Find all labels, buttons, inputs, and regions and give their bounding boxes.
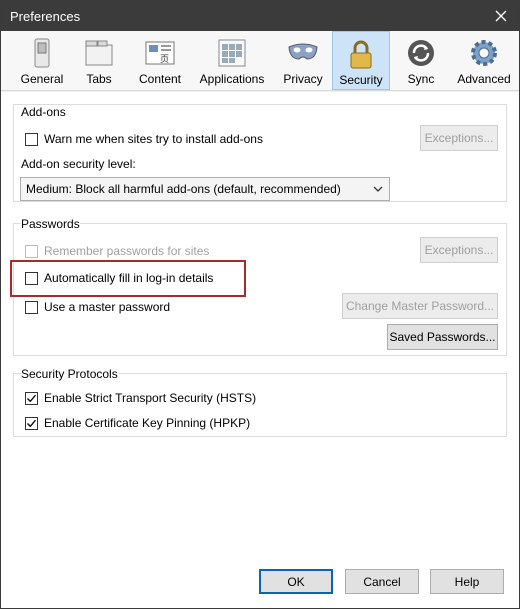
- hsts-checkbox[interactable]: [25, 391, 38, 405]
- tab-applications[interactable]: Applications: [195, 31, 269, 90]
- saved-passwords-button[interactable]: Saved Passwords...: [387, 324, 498, 350]
- remember-passwords-label: Remember passwords for sites: [44, 244, 210, 258]
- general-switch-icon: [26, 37, 58, 69]
- chevron-down-icon: [373, 183, 383, 197]
- privacy-mask-icon: [287, 37, 319, 69]
- preferences-window: Preferences General Tabs 页 Content Appli…: [0, 0, 520, 609]
- tab-tabs-label: Tabs: [86, 72, 112, 86]
- help-button[interactable]: Help: [430, 569, 504, 594]
- master-password-checkbox[interactable]: [25, 300, 38, 314]
- remember-passwords-checkbox[interactable]: [25, 244, 38, 258]
- passwords-group-title: Passwords: [21, 217, 80, 231]
- tab-tabs[interactable]: Tabs: [73, 31, 125, 90]
- tab-content-label: Content: [138, 72, 182, 86]
- addon-security-level-value: Medium: Block all harmful add-ons (defau…: [26, 182, 341, 196]
- hpkp-label: Enable Certificate Key Pinning (HPKP): [44, 416, 251, 430]
- hsts-label: Enable Strict Transport Security (HSTS): [44, 391, 257, 405]
- sync-icon: [405, 37, 437, 69]
- tabs-icon: [83, 37, 115, 69]
- title-bar: Preferences: [1, 1, 519, 31]
- applications-icon: [216, 37, 248, 69]
- passwords-exceptions-button[interactable]: Exceptions...: [420, 237, 498, 263]
- cancel-button[interactable]: Cancel: [345, 569, 419, 594]
- security-protocols-title: Security Protocols: [21, 367, 118, 381]
- security-pane: Add-ons Warn me when sites try to instal…: [1, 92, 519, 608]
- gear-icon: [468, 37, 500, 69]
- hpkp-row[interactable]: Enable Certificate Key Pinning (HPKP): [25, 415, 250, 431]
- warn-addons-checkbox[interactable]: [25, 132, 38, 146]
- addons-group-title: Add-ons: [21, 105, 66, 119]
- master-password-label: Use a master password: [44, 300, 171, 314]
- window-title: Preferences: [10, 9, 81, 24]
- warn-addons-label: Warn me when sites try to install add-on…: [44, 132, 263, 146]
- tab-privacy-label: Privacy: [283, 72, 323, 86]
- warn-addons-checkbox-row[interactable]: Warn me when sites try to install add-on…: [25, 131, 263, 147]
- ok-button[interactable]: OK: [259, 569, 333, 594]
- addons-exceptions-button[interactable]: Exceptions...: [420, 125, 498, 151]
- hpkp-checkbox[interactable]: [25, 416, 38, 430]
- tab-general[interactable]: General: [13, 31, 71, 90]
- autofill-highlight-box: [10, 260, 246, 297]
- tab-general-label: General: [20, 72, 64, 86]
- tab-sync[interactable]: Sync: [395, 31, 447, 90]
- master-password-row[interactable]: Use a master password: [25, 299, 170, 315]
- tab-content[interactable]: 页 Content: [131, 31, 189, 90]
- hsts-row[interactable]: Enable Strict Transport Security (HSTS): [25, 390, 256, 406]
- tab-security[interactable]: Security: [332, 31, 390, 90]
- change-master-password-button[interactable]: Change Master Password...: [342, 293, 498, 319]
- close-icon[interactable]: [483, 1, 519, 31]
- tab-advanced[interactable]: Advanced: [453, 31, 515, 90]
- checkmark-icon: [27, 394, 37, 402]
- remember-passwords-row[interactable]: Remember passwords for sites: [25, 243, 209, 259]
- checkmark-icon: [27, 419, 37, 427]
- padlock-icon: [345, 38, 377, 70]
- tab-applications-label: Applications: [199, 72, 265, 86]
- tab-sync-label: Sync: [407, 72, 435, 86]
- tab-security-label: Security: [339, 73, 383, 87]
- preferences-toolbar: General Tabs 页 Content Applications Priv…: [1, 31, 519, 91]
- tab-privacy[interactable]: Privacy: [279, 31, 327, 90]
- tab-advanced-label: Advanced: [457, 72, 511, 86]
- addon-security-level-label: Add-on security level:: [21, 157, 136, 171]
- addon-security-level-select[interactable]: Medium: Block all harmful add-ons (defau…: [20, 177, 390, 201]
- content-icon: 页: [144, 37, 176, 69]
- svg-text:页: 页: [160, 54, 169, 65]
